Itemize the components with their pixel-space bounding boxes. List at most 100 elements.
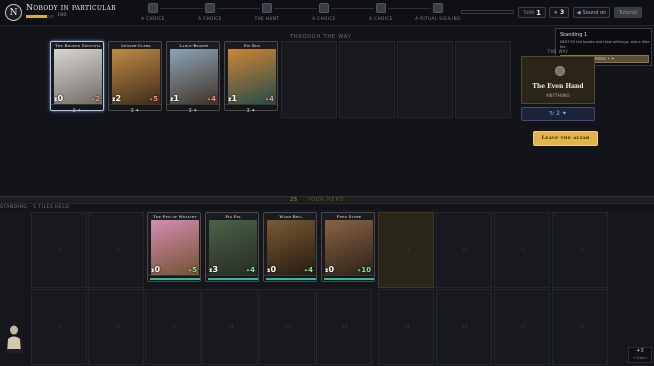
card-cost: ⧗0	[267, 265, 276, 274]
creature-card[interactable]: Feed Store ⧗0 ✦10	[321, 212, 375, 282]
step-label: A RITUAL SIGILING	[415, 16, 461, 21]
player-initial: N	[9, 7, 18, 18]
creature-card[interactable]: Pig Pig ⧗3 ✦4	[205, 212, 259, 282]
creature-card[interactable]: Ladle-Bearer ⧗1 ✦4	[166, 41, 220, 111]
altar-label: THROUGH THE WAY	[290, 34, 352, 40]
herd-count: 25	[290, 197, 298, 203]
card-offer-badge: 3 ✦	[130, 108, 140, 114]
path-step[interactable]: THE HUNT	[237, 0, 297, 26]
tooltip-body: NEXT Fill the bodies and raise offerings…	[560, 40, 650, 49]
card-offer-badge: 3 ✦	[188, 108, 198, 114]
card-title: The Broken Sentinel	[54, 43, 102, 48]
turn-value: 1	[536, 8, 542, 17]
card-health-bar	[266, 278, 316, 280]
turn-counter: ✦3 +1/turn	[628, 347, 652, 363]
step-label: THE HUNT	[254, 16, 280, 21]
sound-toggle[interactable]: ◀ Sound on	[573, 7, 610, 18]
card-power: ✦4	[207, 95, 216, 103]
slot-placeholder: +1	[114, 324, 120, 329]
herd-slot[interactable]: +1	[552, 289, 608, 365]
way-count-button[interactable]: ↻ 2 ✦	[521, 107, 595, 121]
card-health-bar	[150, 278, 200, 280]
card-power-value: 10	[361, 266, 371, 274]
slot-placeholder: +1	[578, 247, 584, 252]
card-title: Pig Pig	[225, 214, 241, 219]
step-icon	[205, 3, 215, 13]
herd-slot[interactable]: +1	[31, 212, 87, 288]
path-step[interactable]: A RITUAL SIGILING	[408, 0, 468, 26]
card-power-value: 4	[269, 95, 274, 103]
creature-card[interactable]: The Broken Sentinel ⧗0 ✦2	[50, 41, 104, 111]
step-label: A CHOICE	[369, 16, 393, 21]
herd-slot[interactable]: +1	[378, 212, 434, 288]
step-icon	[319, 3, 329, 13]
card-cost: ⧗0	[325, 265, 334, 274]
herd-slot[interactable]: +1	[436, 212, 492, 288]
slot-placeholder: +1	[171, 324, 177, 329]
card-power-value: 5	[192, 266, 197, 274]
way-subtitle: ANYTHING	[545, 93, 571, 98]
slot-placeholder: +1	[578, 324, 584, 329]
herd-slot[interactable]: +1	[494, 289, 550, 365]
xp-value: 180	[57, 12, 67, 18]
card-power: ✦5	[149, 95, 158, 103]
herd-slot[interactable]: +1	[259, 289, 315, 365]
path-step[interactable]: A CHOICE	[180, 0, 240, 26]
herd-slot[interactable]: +1	[552, 212, 608, 288]
card-cost-value: 2	[115, 94, 122, 103]
card-cost: ⧗2	[112, 94, 121, 103]
path-step[interactable]: A CHOICE	[294, 0, 354, 26]
card-cost: ⧗3	[209, 265, 218, 274]
herd-slot[interactable]: +1	[378, 289, 434, 365]
altar-slot[interactable]	[397, 41, 453, 118]
altar-slot[interactable]	[339, 41, 395, 118]
tooltip-title: Standing 1	[560, 32, 588, 38]
turn-label: TURN	[522, 10, 535, 15]
creature-card[interactable]: Pie Box ⧗1 ✦4	[224, 41, 278, 111]
slot-placeholder: +1	[57, 324, 63, 329]
herd-slot[interactable]: +1	[88, 289, 144, 365]
card-cost: ⧗1	[170, 94, 179, 103]
player-avatar[interactable]: N	[5, 4, 22, 21]
path-step[interactable]: A CHOICE	[351, 0, 411, 26]
step-icon	[262, 3, 272, 13]
progress-track	[461, 10, 514, 14]
player-figure-icon	[5, 325, 23, 353]
herd-slot[interactable]: +1	[436, 289, 492, 365]
creature-card[interactable]: Ledger-Clerk ⧗2 ✦5	[108, 41, 162, 111]
altar-slot[interactable]	[455, 41, 511, 118]
card-power: ✦4	[304, 266, 313, 274]
herd-slot[interactable]: +1	[145, 289, 201, 365]
herd-divider-label: 25 ·· YOUR HERD	[290, 197, 345, 203]
slot-placeholder: +1	[228, 324, 234, 329]
slot-placeholder: +1	[462, 247, 468, 252]
card-title: Feed Store	[336, 214, 362, 219]
slot-placeholder: +1	[57, 247, 63, 252]
step-icon	[148, 3, 158, 13]
creature-card[interactable]: The Pen of Wealthy ⧗0 ✦5	[147, 212, 201, 282]
card-power-value: 4	[308, 266, 313, 274]
tutorial-button[interactable]: Tutorial	[614, 7, 642, 18]
card-power-value: 4	[211, 95, 216, 103]
card-cost-value: 0	[57, 94, 64, 103]
turn-pill: TURN 1	[518, 7, 546, 18]
herd-slot[interactable]: +1	[316, 289, 372, 365]
slot-placeholder: +1	[404, 324, 410, 329]
herd-label: YOUR HERD	[307, 197, 345, 203]
card-health-bar	[208, 278, 258, 280]
herd-slot[interactable]: +1	[31, 289, 87, 365]
card-power: ✦4	[246, 266, 255, 274]
altar-slot[interactable]	[281, 41, 337, 118]
slot-placeholder: +1	[520, 324, 526, 329]
step-icon	[376, 3, 386, 13]
path-step[interactable]: A CHOICE	[123, 0, 183, 26]
leave-altar-button[interactable]: Leave the altar	[533, 131, 598, 146]
creature-card[interactable]: Wash Bell ⧗0 ✦4	[263, 212, 317, 282]
card-power: ✦5	[188, 266, 197, 274]
herd-slot[interactable]: +1	[202, 289, 258, 365]
herd-slot[interactable]: +1	[494, 212, 550, 288]
card-cost-value: 0	[154, 265, 161, 274]
step-label: A CHOICE	[141, 16, 165, 21]
card-cost-value: 0	[270, 265, 277, 274]
herd-slot[interactable]: +1	[88, 212, 144, 288]
